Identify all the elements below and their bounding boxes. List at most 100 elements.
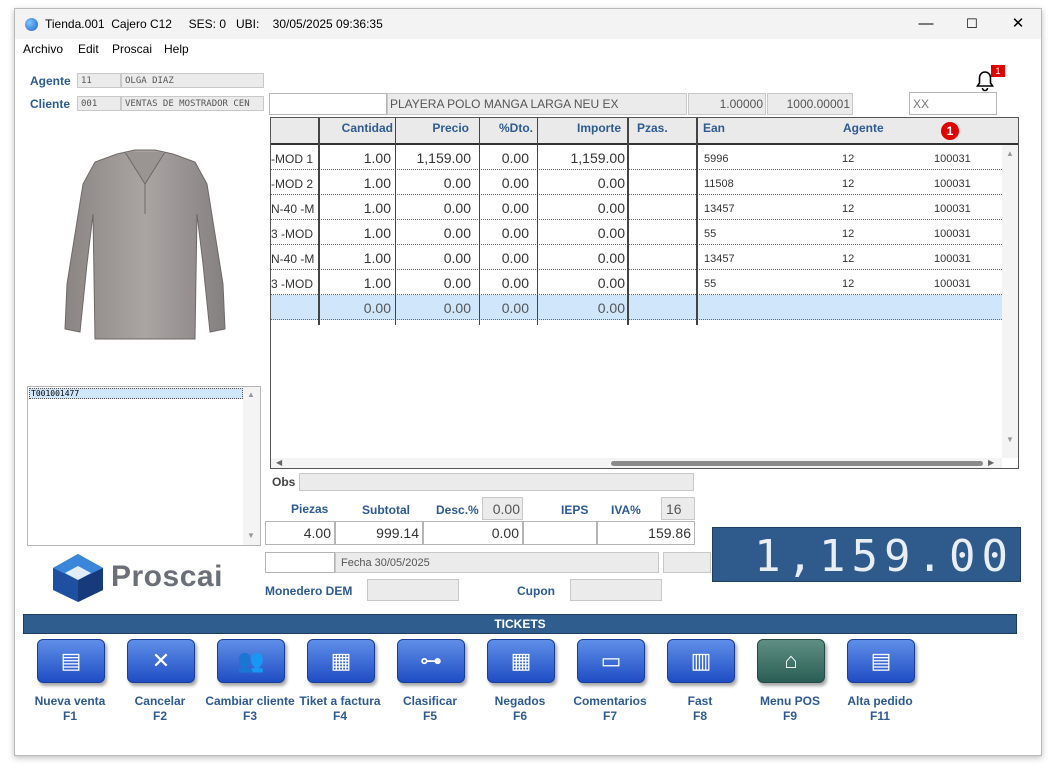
- invoice-icon: ▦: [307, 639, 375, 683]
- button-label: Tiket a factura: [299, 694, 381, 708]
- ticket-list[interactable]: T001001477 ▲ ▼: [27, 386, 261, 546]
- row-cantidad: 1.00: [363, 150, 391, 166]
- row-ean: 5996: [704, 153, 729, 165]
- users-icon: 👥: [217, 639, 285, 683]
- row-importe: 0.00: [597, 175, 625, 191]
- row-cantidad: 1.00: [363, 175, 391, 191]
- scroll-thumb[interactable]: [611, 461, 983, 466]
- table-row[interactable]: 3 -MOD 1.00 0.00 0.00 0.00 55 12 100031: [271, 270, 1002, 295]
- iva-label: IVA%: [611, 503, 641, 517]
- nueva-venta-button[interactable]: ▤ Nueva venta F1: [25, 637, 115, 737]
- tiket-a-factura-button[interactable]: ▦ Tiket a factura F4: [295, 637, 385, 737]
- col-pzas[interactable]: Pzas.: [637, 118, 697, 144]
- extra-field: [663, 552, 711, 573]
- ieps-value: [523, 521, 597, 545]
- row-dto: 0.00: [501, 225, 529, 241]
- piezas-label: Piezas: [291, 502, 329, 516]
- grid-header-badge: 1: [941, 122, 959, 140]
- notification-bell[interactable]: 1: [973, 65, 1005, 93]
- fast-icon: ▥: [667, 639, 735, 683]
- scroll-down-icon[interactable]: ▼: [247, 531, 255, 540]
- row-code: 100031: [934, 278, 971, 290]
- row-agente: 12: [842, 228, 855, 240]
- product-search-field[interactable]: [269, 93, 387, 115]
- row-precio: 0.00: [443, 250, 471, 266]
- menu-archivo[interactable]: Archivo: [23, 42, 63, 56]
- row-ean: 11508: [704, 178, 734, 190]
- product-image: [55, 144, 235, 344]
- col-agente[interactable]: Agente: [843, 118, 913, 144]
- menu-help[interactable]: Help: [164, 42, 189, 56]
- agente-code-field[interactable]: 11: [77, 73, 121, 88]
- row-agente: 12: [842, 278, 855, 290]
- cliente-code-field[interactable]: 001: [77, 96, 121, 111]
- grid-vertical-scrollbar[interactable]: ▲ ▼: [1002, 145, 1018, 458]
- sale-items-grid[interactable]: Cantidad Precio %Dto. Importe Pzas. Ean …: [270, 117, 1019, 469]
- row-cantidad: 1.00: [363, 200, 391, 216]
- table-row[interactable]: 3 -MOD 1.00 0.00 0.00 0.00 55 12 100031: [271, 220, 1002, 245]
- obs-label: Obs: [272, 475, 296, 489]
- table-row[interactable]: N-40 -M 1.00 0.00 0.00 0.00 13457 12 100…: [271, 245, 1002, 270]
- button-key: F11: [869, 709, 890, 723]
- row-precio: 1,159.00: [416, 150, 472, 166]
- table-row[interactable]: -MOD 1 1.00 1,159.00 0.00 1,159.00 5996 …: [271, 145, 1002, 170]
- alta-pedido-button[interactable]: ▤ Alta pedido F11: [835, 637, 925, 737]
- row-dto: 0.00: [501, 250, 529, 266]
- scroll-up-icon[interactable]: ▲: [247, 390, 255, 399]
- grid-body: -MOD 1 1.00 1,159.00 0.00 1,159.00 5996 …: [271, 145, 1018, 325]
- pos-window: Tienda.001 Cajero C12 SES: 0 UBI: 30/05/…: [14, 8, 1042, 756]
- agente-name-field[interactable]: OLGA DIAZ: [121, 73, 264, 88]
- comentarios-button[interactable]: ▭ Comentarios F7: [565, 637, 655, 737]
- scroll-left-icon[interactable]: ◀: [276, 458, 282, 467]
- product-description-field: PLAYERA POLO MANGA LARGA NEU EX: [387, 93, 687, 115]
- cambiar-cliente-button[interactable]: 👥 Cambiar cliente F3: [205, 637, 295, 737]
- row-code: 100031: [934, 178, 971, 190]
- row-cantidad: 1.00: [363, 275, 391, 291]
- row-importe: 0.00: [597, 200, 625, 216]
- grid-horizontal-scrollbar[interactable]: ◀ ▶: [271, 458, 1002, 468]
- button-label: Cambiar cliente: [205, 694, 295, 708]
- col-cantidad[interactable]: Cantidad: [319, 118, 393, 144]
- ticket-list-scrollbar[interactable]: ▲ ▼: [243, 387, 260, 545]
- negados-button[interactable]: ▦ Negados F6: [475, 637, 565, 737]
- grand-total-display: 1,159.00: [712, 527, 1021, 582]
- menu-edit[interactable]: Edit: [78, 42, 99, 56]
- cupon-field[interactable]: [570, 579, 662, 601]
- proscai-logo-icon: [53, 554, 103, 602]
- row-cantidad: 1.00: [363, 250, 391, 266]
- maximize-button[interactable]: ☐: [949, 9, 995, 39]
- close-button[interactable]: ✕: [995, 9, 1041, 39]
- col-importe[interactable]: Importe: [541, 118, 621, 144]
- clasificar-button[interactable]: ⊶ Clasificar F5: [385, 637, 475, 737]
- fecha-prefix-field[interactable]: [265, 552, 335, 573]
- ieps-label: IEPS: [561, 503, 589, 517]
- iva-pct-field[interactable]: 16: [661, 497, 695, 520]
- row-dto: 0.00: [501, 150, 529, 166]
- col-dto[interactable]: %Dto.: [483, 118, 533, 144]
- xx-field[interactable]: XX: [909, 92, 997, 115]
- table-row-new[interactable]: 0.00 0.00 0.00 0.00: [271, 295, 1002, 320]
- scroll-down-icon[interactable]: ▼: [1006, 435, 1014, 444]
- cancelar-button[interactable]: ✕ Cancelar F2: [115, 637, 205, 737]
- fast-button[interactable]: ▥ Fast F8: [655, 637, 745, 737]
- col-precio[interactable]: Precio: [397, 118, 469, 144]
- row-code: 100031: [934, 203, 971, 215]
- button-label: Clasificar: [402, 694, 458, 708]
- monedero-field[interactable]: [367, 579, 459, 601]
- cliente-name-field[interactable]: VENTAS DE MOSTRADOR CEN: [121, 96, 264, 111]
- obs-field[interactable]: [299, 473, 694, 491]
- desc-pct-field[interactable]: 0.00: [482, 497, 523, 520]
- ticket-list-item[interactable]: T001001477: [29, 388, 243, 399]
- subtotal-label: Subtotal: [362, 503, 410, 517]
- col-divider: [537, 118, 538, 325]
- notification-badge: 1: [991, 65, 1005, 77]
- table-row[interactable]: -MOD 2 1.00 0.00 0.00 0.00 11508 12 1000…: [271, 170, 1002, 195]
- scroll-up-icon[interactable]: ▲: [1006, 149, 1014, 158]
- row-ean: 55: [704, 228, 717, 240]
- menu-pos-button[interactable]: ⌂ Menu POS F9: [745, 637, 835, 737]
- scroll-right-icon[interactable]: ▶: [988, 458, 994, 467]
- col-ean[interactable]: Ean: [703, 118, 763, 144]
- minimize-button[interactable]: —: [903, 9, 949, 39]
- table-row[interactable]: N-40 -M 1.00 0.00 0.00 0.00 13457 12 100…: [271, 195, 1002, 220]
- menu-proscai[interactable]: Proscai: [112, 42, 152, 56]
